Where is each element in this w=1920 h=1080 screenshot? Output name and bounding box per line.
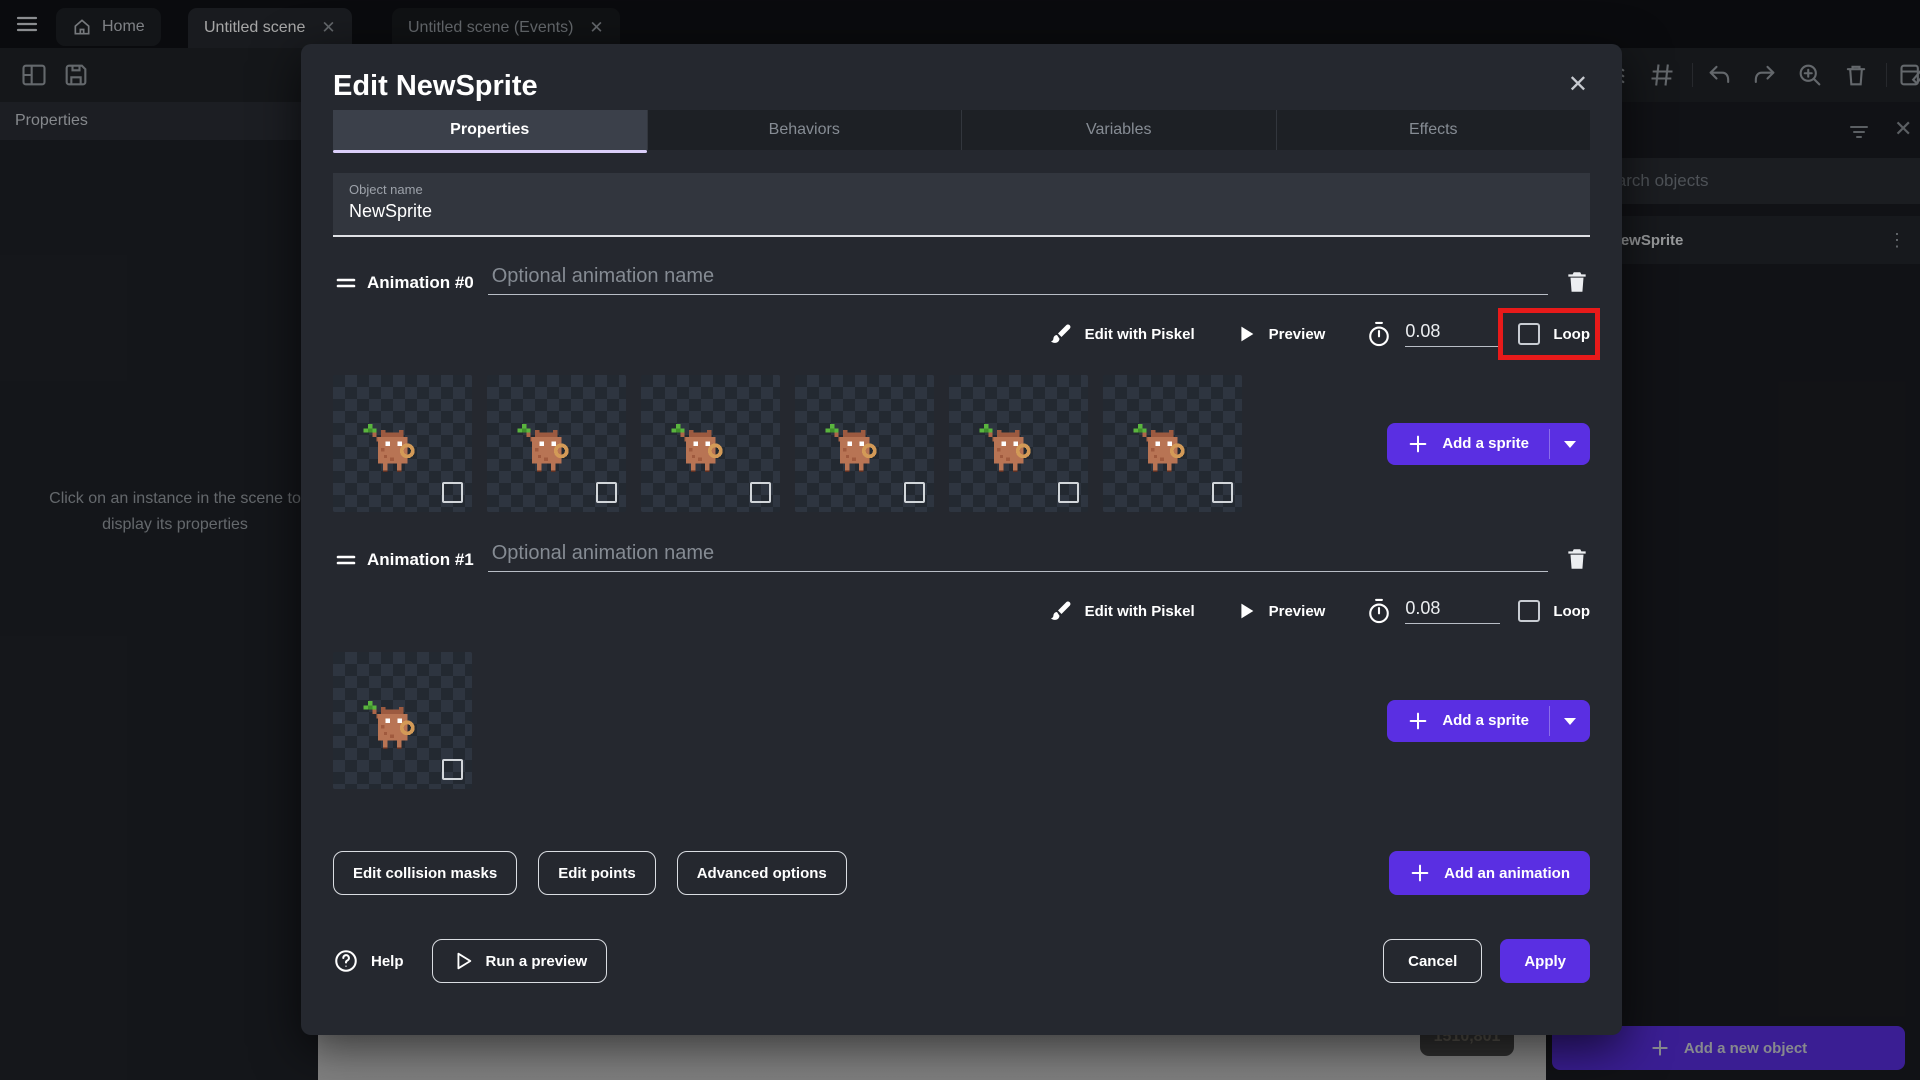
advanced-options-button[interactable]: Advanced options — [676, 851, 847, 895]
stopwatch-icon — [1369, 598, 1390, 624]
object-name-input[interactable] — [349, 201, 1574, 222]
animation-0-actions: Edit with Piskel Preview Loop — [333, 308, 1600, 360]
time-between-frames-input[interactable] — [1405, 321, 1501, 347]
brush-icon — [1050, 324, 1071, 343]
plus-icon — [1411, 864, 1429, 882]
close-dialog-icon[interactable]: ✕ — [1568, 70, 1588, 99]
frame-select-checkbox[interactable] — [596, 482, 617, 503]
loop-checkbox[interactable] — [1518, 600, 1541, 622]
sprite-frame-thumbnail[interactable] — [949, 375, 1088, 512]
add-sprite-button[interactable]: Add a sprite — [1387, 699, 1590, 742]
brush-icon — [1050, 601, 1071, 620]
sprite-frame-thumbnail[interactable] — [333, 652, 472, 789]
apply-button[interactable]: Apply — [1500, 939, 1590, 983]
sprite-frame-thumbnail[interactable] — [795, 375, 934, 512]
dialog-utility-row: Edit collision masks Edit points Advance… — [333, 851, 1590, 895]
sprite-frame-thumbnail[interactable] — [487, 375, 626, 512]
edit-with-piskel-button[interactable]: Edit with Piskel — [1049, 322, 1195, 346]
frames-list — [333, 652, 472, 789]
time-between-frames-input[interactable] — [1405, 598, 1501, 624]
play-icon — [1241, 326, 1253, 342]
tab-variables[interactable]: Variables — [962, 110, 1277, 150]
tab-behaviors[interactable]: Behaviors — [648, 110, 962, 150]
add-sprite-dropdown-arrow[interactable] — [1550, 423, 1590, 465]
pig-sprite-image — [1129, 415, 1191, 477]
plus-icon — [1409, 435, 1427, 452]
pig-sprite-image — [359, 415, 421, 477]
loop-label: Loop — [1553, 602, 1590, 620]
animation-0-header: Animation #0 — [333, 265, 1590, 295]
help-icon — [335, 950, 357, 972]
cancel-button[interactable]: Cancel — [1383, 939, 1483, 983]
frame-select-checkbox[interactable] — [1058, 482, 1079, 503]
edit-with-piskel-button[interactable]: Edit with Piskel — [1049, 599, 1195, 623]
run-preview-button[interactable]: Run a preview — [431, 939, 608, 983]
loop-option: Loop — [1498, 308, 1600, 360]
sprite-frame-thumbnail[interactable] — [1103, 375, 1242, 512]
pig-sprite-image — [667, 415, 729, 477]
loop-option: Loop — [1518, 600, 1590, 622]
sprite-frame-thumbnail[interactable] — [333, 375, 472, 512]
loop-label: Loop — [1553, 325, 1590, 343]
play-icon — [1241, 603, 1253, 619]
animation-name-input[interactable] — [487, 265, 1548, 295]
edit-sprite-dialog: Edit NewSprite ✕ Properties Behaviors Va… — [301, 44, 1622, 1035]
edit-points-button[interactable]: Edit points — [538, 851, 656, 895]
frame-select-checkbox[interactable] — [1212, 482, 1233, 503]
edit-collision-masks-button[interactable]: Edit collision masks — [333, 851, 518, 895]
animation-name-input[interactable] — [487, 542, 1548, 572]
preview-animation-button[interactable]: Preview — [1235, 323, 1325, 345]
drag-handle-icon[interactable] — [333, 273, 359, 293]
frames-list — [333, 375, 1242, 512]
animation-label: Animation #1 — [367, 550, 474, 569]
frame-select-checkbox[interactable] — [750, 482, 771, 503]
drag-handle-icon[interactable] — [333, 550, 359, 570]
sprite-frame-thumbnail[interactable] — [641, 375, 780, 512]
pig-sprite-image — [821, 415, 883, 477]
loop-checkbox[interactable] — [1518, 323, 1541, 345]
tab-effects[interactable]: Effects — [1277, 110, 1591, 150]
dialog-footer: Help Run a preview Cancel Apply — [333, 939, 1590, 983]
animation-1-actions: Edit with Piskel Preview Loop — [333, 590, 1590, 632]
add-sprite-button[interactable]: Add a sprite — [1387, 422, 1590, 465]
object-name-field[interactable]: Object name — [333, 173, 1590, 237]
stopwatch-icon — [1369, 321, 1390, 347]
play-outline-icon — [457, 952, 471, 970]
frame-select-checkbox[interactable] — [442, 759, 463, 780]
add-sprite-dropdown-arrow[interactable] — [1550, 700, 1590, 742]
pig-sprite-image — [975, 415, 1037, 477]
animation-0-frames-row: Add a sprite — [333, 375, 1590, 512]
pig-sprite-image — [513, 415, 575, 477]
frame-select-checkbox[interactable] — [904, 482, 925, 503]
caret-down-icon — [1564, 440, 1576, 448]
animation-1-frames-row: Add a sprite — [333, 652, 1590, 789]
caret-down-icon — [1564, 717, 1576, 725]
object-name-field-label: Object name — [349, 182, 423, 197]
delete-animation-icon[interactable] — [1564, 546, 1590, 572]
dialog-tabs: Properties Behaviors Variables Effects — [333, 110, 1591, 153]
add-animation-button[interactable]: Add an animation — [1389, 851, 1590, 895]
plus-icon — [1409, 712, 1427, 729]
tab-properties[interactable]: Properties — [333, 110, 648, 153]
preview-animation-button[interactable]: Preview — [1235, 600, 1325, 622]
delete-animation-icon[interactable] — [1564, 269, 1590, 295]
dialog-title: Edit NewSprite — [333, 70, 538, 102]
pig-sprite-image — [359, 692, 421, 754]
animation-label: Animation #0 — [367, 273, 474, 292]
animation-1-header: Animation #1 — [333, 542, 1590, 572]
frame-select-checkbox[interactable] — [442, 482, 463, 503]
help-button[interactable]: Help — [333, 948, 404, 974]
